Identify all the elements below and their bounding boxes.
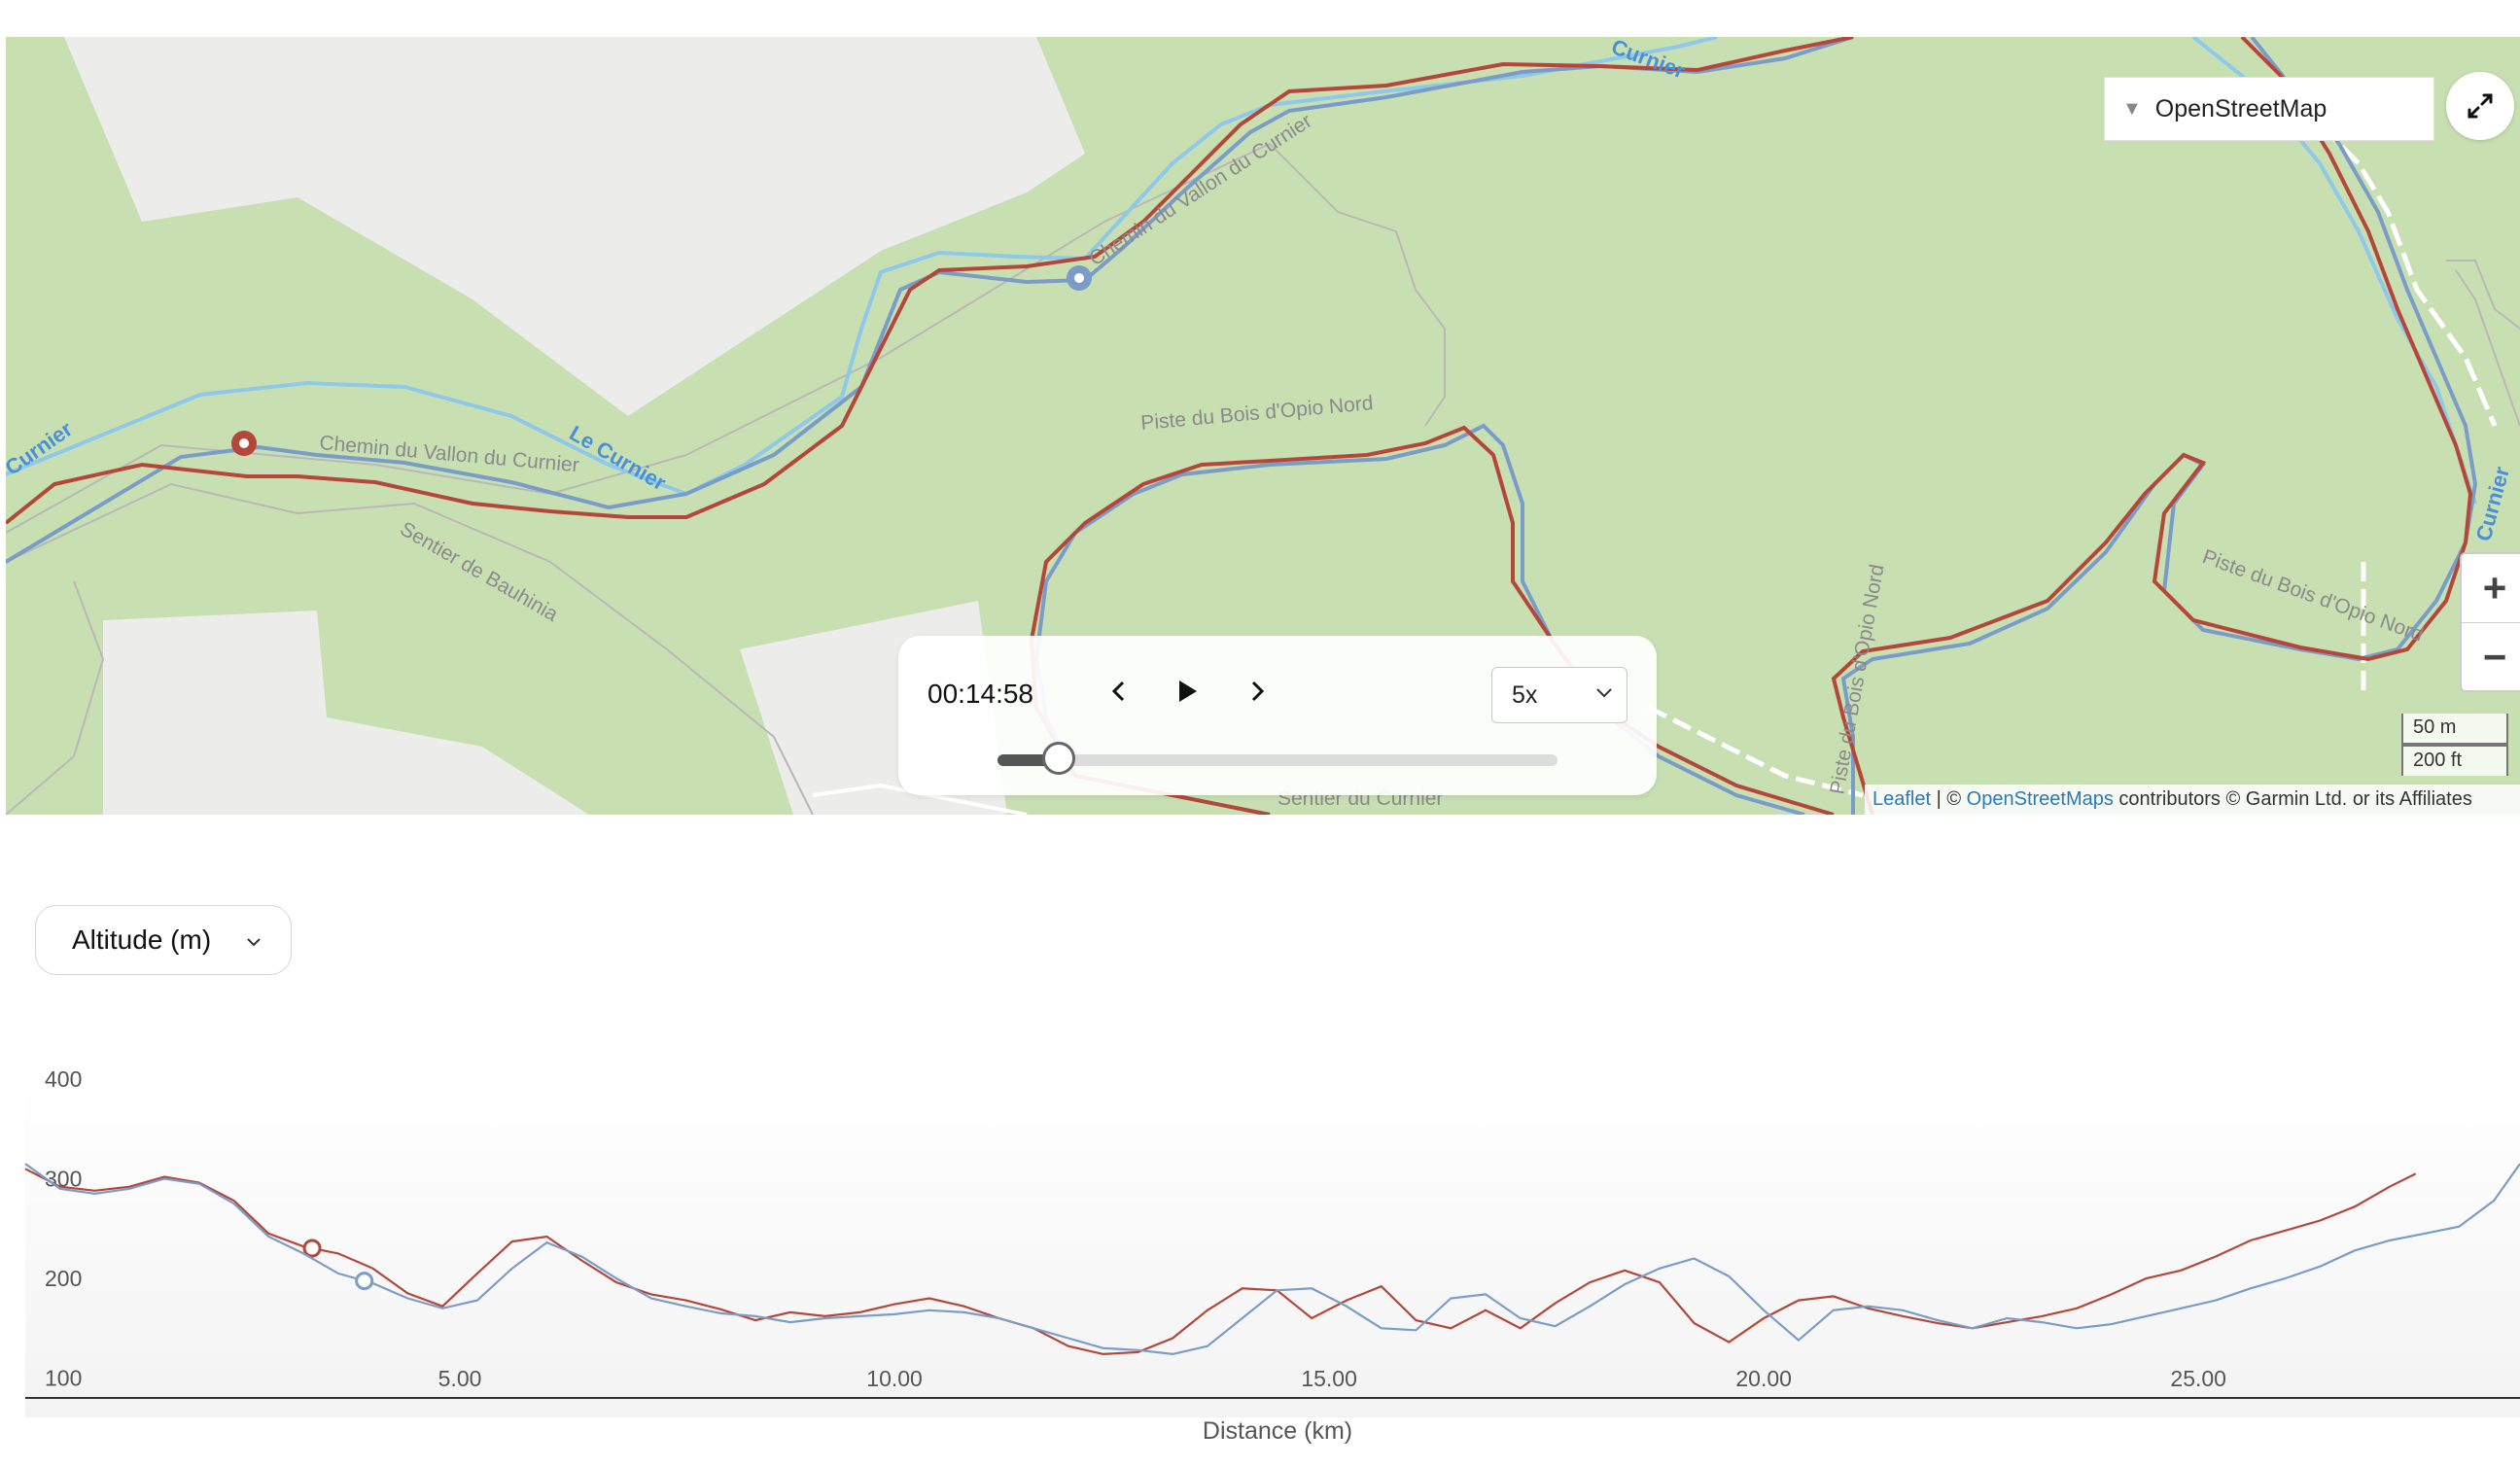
zoom-out-button[interactable]: − <box>2462 623 2520 690</box>
metric-label: Altitude (m) <box>72 925 212 955</box>
map-label: Curnier <box>1608 37 1688 84</box>
x-tick-label: 25.00 <box>2170 1366 2226 1391</box>
clearing-area <box>103 611 589 815</box>
zoom-control: + − <box>2460 552 2520 692</box>
track-blue <box>1840 37 2478 815</box>
series-position-marker-2 <box>355 1272 374 1291</box>
fullscreen-button[interactable] <box>2446 72 2514 140</box>
zoom-in-button[interactable]: + <box>2462 554 2520 623</box>
speed-value: 5x <box>1512 681 1538 709</box>
series-position-marker-1 <box>302 1239 322 1258</box>
map-label: Piste du Bois d'Opio Nord <box>1139 392 1374 435</box>
leaflet-link[interactable]: Leaflet <box>1872 788 1931 810</box>
map-label: Curnier <box>2471 464 2515 543</box>
attribution-text: contributors © Garmin Ltd. or its Affili… <box>2113 788 2472 810</box>
scale-metric: 50 m <box>2401 714 2508 745</box>
track-red <box>1831 37 2473 815</box>
playback-slider-thumb[interactable] <box>1042 742 1076 775</box>
y-tick-label: 200 <box>45 1266 82 1291</box>
step-back-button[interactable] <box>1097 669 1141 714</box>
map-label: Sentier de Bauhinia <box>397 517 563 626</box>
speed-select[interactable]: 5x <box>1491 667 1628 723</box>
playback-slider[interactable] <box>998 742 1558 775</box>
chevron-right-icon <box>1251 681 1265 702</box>
map-layer-label: OpenStreetMap <box>2154 94 2328 122</box>
caret-down-icon: ▼ <box>2122 97 2142 120</box>
map-label: Chemin du Vallon du Curnier <box>1085 110 1315 270</box>
blue-position-marker-center <box>1074 273 1084 283</box>
chevron-down-icon <box>1596 688 1612 698</box>
map-attribution: Leaflet | © OpenStreetMaps contributors … <box>1865 785 2520 815</box>
osm-link[interactable]: OpenStreetMaps <box>1967 788 2114 810</box>
footpath <box>1269 143 1446 427</box>
chevron-down-icon <box>247 938 261 947</box>
x-tick-label: 20.00 <box>1735 1366 1792 1391</box>
x-tick-label: 10.00 <box>866 1366 923 1391</box>
altitude-chart[interactable]: 100200300400 5.00 10.00 15.00 20.00 25.00 Di… <box>0 992 2520 1466</box>
play-icon <box>1179 681 1197 702</box>
step-forward-button[interactable] <box>1235 669 1279 714</box>
footpath <box>6 580 105 815</box>
plot-area <box>25 1079 2520 1417</box>
expand-arrows-icon <box>2468 93 2493 119</box>
map-layer-select[interactable]: ▼ OpenStreetMap <box>2104 77 2434 141</box>
play-button[interactable] <box>1165 669 1209 714</box>
metric-select[interactable]: Altitude (m) <box>35 905 292 975</box>
scale-imperial: 200 ft <box>2401 745 2508 776</box>
x-tick-label: 15.00 <box>1301 1366 1357 1391</box>
y-tick-label: 400 <box>45 1066 82 1092</box>
x-axis-title: Distance (km) <box>1203 1417 1352 1445</box>
road <box>2318 122 2498 427</box>
playback-panel: 00:14:58 5x <box>898 636 1657 795</box>
map-label: Le Curnier <box>6 416 77 498</box>
red-position-marker-center <box>239 438 249 448</box>
attribution-separator: | © <box>1931 788 1967 810</box>
playback-time: 00:14:58 <box>928 679 1033 709</box>
y-tick-label: 100 <box>45 1366 82 1391</box>
chevron-left-icon <box>1111 681 1125 702</box>
x-tick-label: 5.00 <box>438 1366 482 1391</box>
clearing-area <box>64 37 1085 416</box>
